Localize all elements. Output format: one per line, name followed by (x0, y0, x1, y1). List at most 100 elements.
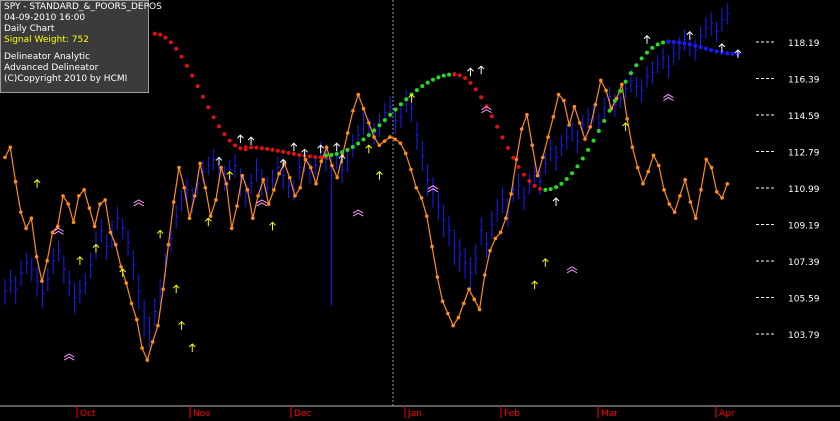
delineator-dot (217, 124, 221, 129)
delineator-dot (340, 150, 345, 155)
delineator-dot (441, 73, 446, 78)
delineator-dot (372, 128, 377, 133)
month-label: Jan (407, 409, 422, 419)
delineator-dot (634, 63, 639, 68)
delineator-dot (698, 45, 703, 50)
oscillator-point (382, 139, 387, 143)
delineator-dot (388, 112, 393, 117)
oscillator-point (440, 299, 445, 304)
delineator-dot (607, 108, 612, 113)
oscillator-point (699, 188, 703, 192)
oscillator-point (424, 214, 429, 218)
oscillator-point (388, 135, 392, 139)
oscillator-point (245, 188, 250, 192)
price-tick-label: 118.19 (788, 39, 820, 49)
oscillator-point (256, 194, 260, 198)
oscillator-point (293, 194, 297, 198)
delineator-dot (350, 144, 355, 149)
oscillator-point (108, 230, 113, 235)
oscillator-point (604, 88, 608, 93)
copyright-label: (C)Copyright 2010 by HCMI (4, 74, 128, 84)
oscillator-point (351, 108, 355, 113)
oscillator-point (403, 151, 408, 156)
oscillator-point (583, 137, 587, 141)
oscillator-point (535, 173, 540, 178)
delineator-dot (559, 181, 564, 186)
delineator-dot (639, 56, 644, 61)
delineator-dot (377, 123, 382, 128)
oscillator-point (519, 127, 524, 131)
delineator-dot (714, 49, 719, 54)
oscillator-point (124, 281, 129, 285)
datetime-label: 04-09-2010 16:00 (4, 13, 86, 23)
delineator-dot (505, 145, 510, 150)
oscillator-point (683, 177, 687, 182)
delineator-dot (200, 94, 205, 99)
oscillator-point (298, 185, 303, 190)
signal-weight-label: Signal Weight: 752 (4, 35, 89, 45)
delineator-dot (254, 145, 259, 150)
delineator-dot (623, 79, 628, 84)
delineator-dot (709, 48, 714, 53)
oscillator-point (704, 157, 709, 162)
signal-chevron (352, 212, 364, 217)
delineator-dot (318, 155, 323, 160)
delineator-dot (628, 71, 633, 76)
oscillator-point (55, 224, 60, 229)
delineator-dot (543, 187, 548, 192)
oscillator-point (219, 165, 223, 170)
delineator-dot (618, 89, 623, 94)
oscillator-point (140, 346, 144, 350)
oscillator-point (87, 206, 92, 210)
delineator-dot (527, 179, 532, 184)
oscillator-point (266, 202, 271, 206)
delineator-dot (361, 137, 366, 142)
oscillator-point (82, 188, 86, 192)
oscillator-point (477, 307, 482, 312)
oscillator-point (24, 226, 28, 231)
oscillator-point (119, 265, 123, 269)
oscillator-point (372, 135, 376, 139)
delineator-dot (227, 138, 232, 143)
oscillator-point (13, 179, 18, 184)
oscillator-point (287, 175, 292, 180)
oscillator-point (71, 220, 76, 225)
price-tick-label: 114.59 (788, 112, 820, 122)
delineator-dot (655, 42, 660, 47)
delineator-dot (511, 155, 516, 160)
delineator-dot (516, 164, 521, 169)
price-tick-label: 109.19 (788, 222, 820, 232)
oscillator-point (551, 115, 556, 119)
signal-chevron (63, 356, 75, 361)
delineator-dot (307, 154, 312, 159)
oscillator-point (277, 171, 281, 176)
oscillator-point (103, 198, 107, 202)
delineator-dot (382, 118, 387, 123)
delineator-dot (281, 149, 286, 154)
delineator-dot (730, 51, 735, 56)
oscillator-point (725, 181, 730, 186)
delineator-dot (473, 87, 478, 92)
oscillator-point (19, 210, 23, 214)
oscillator-point (367, 121, 371, 125)
oscillator-point (630, 145, 635, 150)
oscillator-point (435, 275, 440, 279)
oscillator-point (651, 153, 656, 158)
oscillator-point (398, 141, 403, 145)
delineator-dot (334, 151, 339, 156)
oscillator-point (34, 254, 39, 259)
delineator-dot (179, 54, 184, 59)
oscillator-point (672, 210, 677, 214)
signal-chevron (53, 230, 64, 235)
delineator-dot (661, 40, 666, 45)
delineator-dot (158, 32, 163, 37)
oscillator-point (509, 192, 513, 196)
oscillator-point (641, 181, 645, 186)
delineator-dot (575, 164, 580, 169)
delineator-dot (356, 141, 361, 146)
delineator-dot (564, 177, 569, 182)
delineator-dot (275, 148, 280, 153)
oscillator-point (135, 317, 139, 322)
oscillator-point (113, 242, 118, 247)
month-label: Oct (80, 409, 96, 419)
